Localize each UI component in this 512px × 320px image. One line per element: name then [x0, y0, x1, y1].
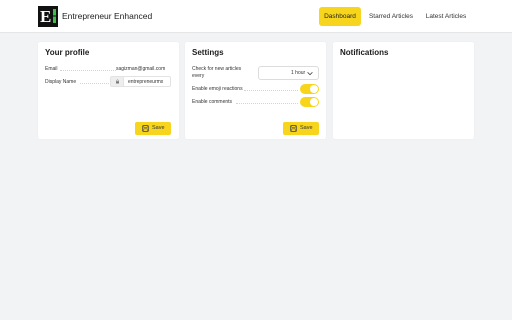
nav-dashboard[interactable]: Dashboard [319, 7, 361, 26]
display-name-input[interactable] [124, 76, 171, 87]
floppy-disk-icon [142, 125, 149, 132]
top-header: E Entrepreneur Enhanced Dashboard Starre… [0, 0, 512, 33]
notifications-card: Notifications [333, 42, 474, 139]
floppy-disk-icon [290, 125, 297, 132]
check-frequency-select[interactable]: 1 hour [258, 66, 319, 80]
emoji-reactions-label: Enable emoji reactions [192, 86, 243, 92]
check-frequency-label: Check for new articles every [192, 66, 242, 79]
settings-save-button[interactable]: Save [283, 122, 319, 135]
emoji-reactions-toggle[interactable] [300, 84, 319, 94]
check-frequency-value: 1 hour [291, 70, 306, 76]
logo-letter: E [40, 7, 52, 26]
display-name-label: Display Name [45, 79, 77, 85]
settings-save-label: Save [300, 125, 313, 131]
app-logo[interactable]: E [38, 6, 58, 27]
toggle-knob [310, 98, 318, 106]
profile-save-button[interactable]: Save [135, 122, 171, 135]
toggle-knob [310, 85, 318, 93]
app-title: Entrepreneur Enhanced [62, 11, 153, 21]
emoji-divider [244, 90, 298, 91]
email-value: sagizman@gmail.com [116, 66, 166, 72]
display-name-divider [80, 83, 109, 84]
chevron-down-icon [307, 72, 313, 76]
profile-title: Your profile [45, 48, 90, 57]
profile-save-label: Save [152, 125, 165, 131]
nav-starred-articles[interactable]: Starred Articles [366, 7, 416, 26]
comments-toggle[interactable] [300, 97, 319, 107]
email-divider [60, 70, 116, 71]
settings-title: Settings [192, 48, 224, 57]
comments-label: Enable comments [192, 99, 233, 105]
lock-icon [116, 79, 119, 84]
display-name-lock [110, 76, 124, 87]
notifications-title: Notifications [340, 48, 389, 57]
logo-accent [53, 9, 56, 23]
nav-latest-articles[interactable]: Latest Articles [421, 7, 471, 26]
comments-divider [236, 103, 298, 104]
email-label: Email [45, 66, 58, 72]
